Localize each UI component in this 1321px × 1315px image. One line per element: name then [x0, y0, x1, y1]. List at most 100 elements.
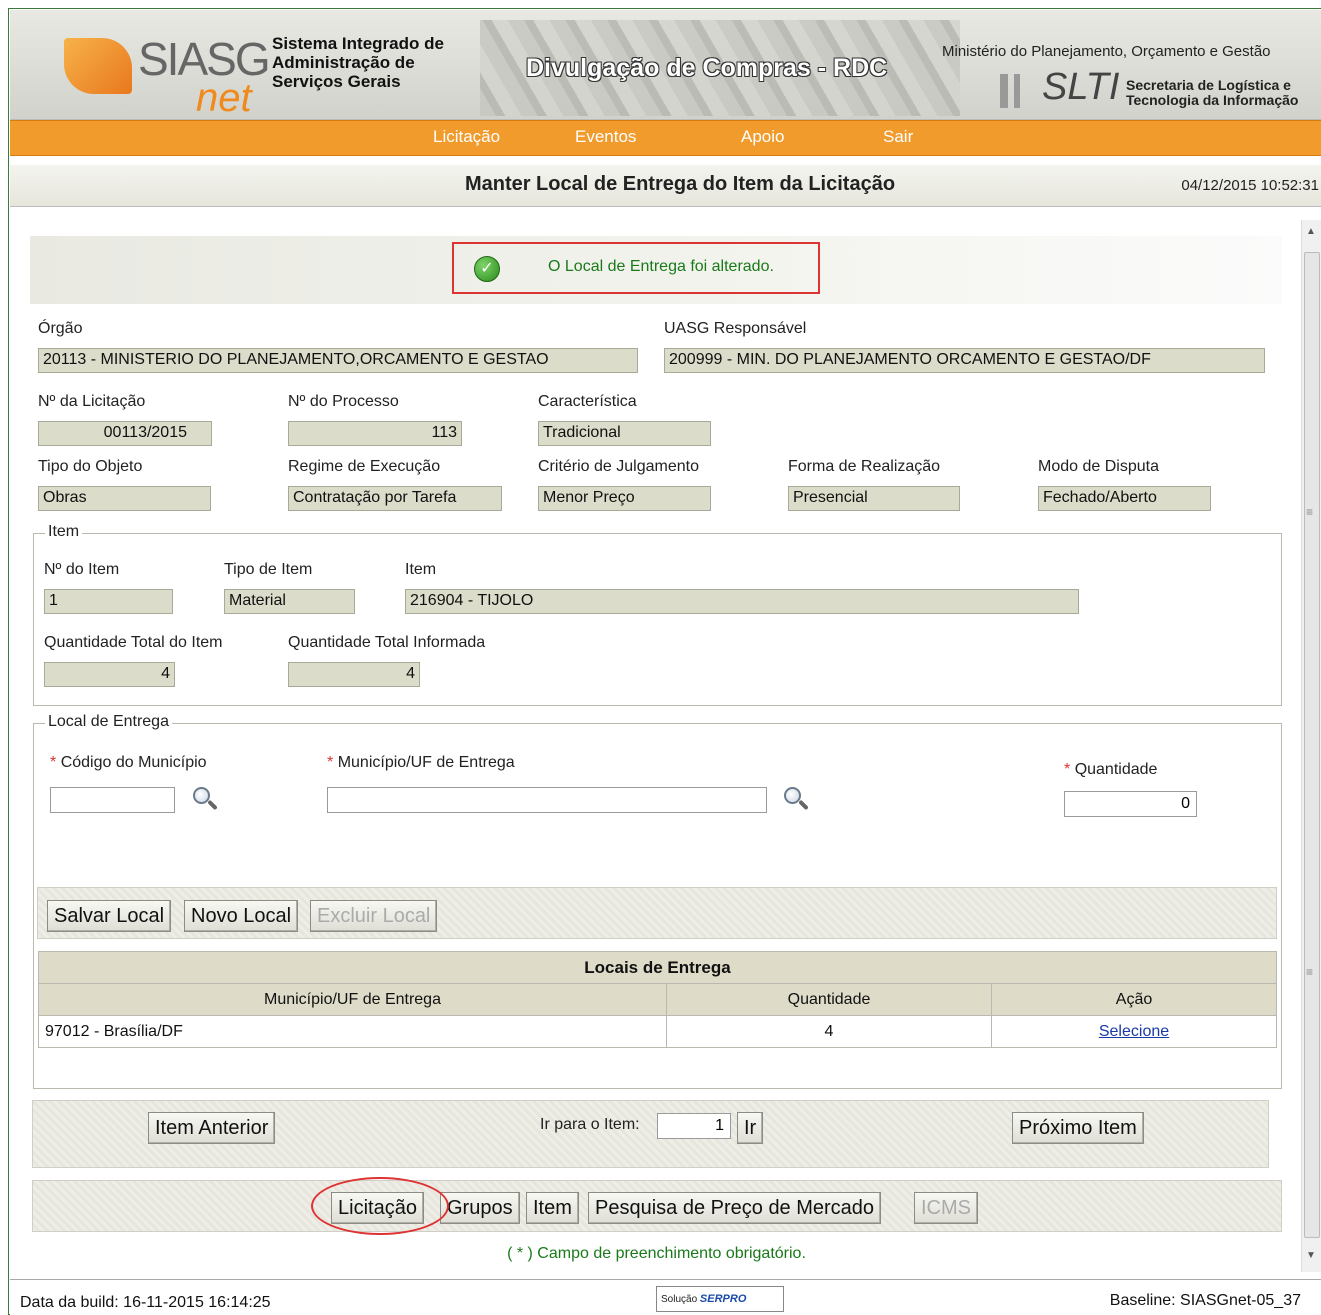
vertical-scrollbar[interactable]: ▲ ≡ ≡ ▼: [1301, 220, 1321, 1272]
required-mark: *: [50, 754, 57, 771]
locais-table: Locais de Entrega Município/UF de Entreg…: [38, 951, 1277, 1048]
forma-field: Presencial: [788, 486, 960, 511]
criterio-field: Menor Preço: [538, 486, 711, 511]
table-caption: Locais de Entrega: [38, 951, 1277, 984]
regime-label: Regime de Execução: [288, 458, 441, 475]
footer: Data da build: 16-11-2015 16:14:25 Soluç…: [10, 1279, 1321, 1315]
item-tipo-field: Material: [224, 589, 355, 614]
slti-subtitle: Secretaria de Logística e Tecnologia da …: [1126, 77, 1299, 108]
processo-label: Nº do Processo: [288, 393, 399, 410]
local-legend: Local de Entrega: [45, 713, 172, 731]
baseline: Baseline: SIASGnet-05_37: [1109, 1292, 1301, 1309]
selecione-link[interactable]: Selecione: [1099, 1023, 1169, 1040]
qtd-info-field: 4: [288, 662, 420, 687]
codigo-label: * Código do Município: [50, 754, 207, 772]
tipo-objeto-label: Tipo do Objeto: [38, 458, 143, 475]
tab-icms[interactable]: ICMS: [914, 1192, 978, 1224]
table-row: 97012 - Brasília/DF 4 Selecione: [38, 1015, 1277, 1048]
qtd-info-label: Quantidade Total Informada: [288, 634, 486, 651]
modo-field: Fechado/Aberto: [1038, 486, 1211, 511]
table-cell-municipio: 97012 - Brasília/DF: [38, 1015, 667, 1048]
logo-swoosh-icon: [64, 38, 132, 94]
quantidade-label: * Quantidade: [1064, 761, 1157, 779]
nav-item-sair[interactable]: Sair: [883, 127, 913, 147]
scroll-up-icon[interactable]: ▲: [1306, 226, 1316, 237]
search-icon[interactable]: [782, 785, 812, 815]
scroll-thumb[interactable]: [1304, 252, 1320, 1238]
item-anterior-button[interactable]: Item Anterior: [148, 1112, 276, 1144]
excluir-local-button[interactable]: Excluir Local: [310, 900, 438, 932]
item-num-field: 1: [44, 589, 173, 614]
build-date: Data da build: 16-11-2015 16:14:25: [20, 1294, 271, 1311]
datetime: 04/12/2015 10:52:31: [1181, 177, 1319, 194]
item-name-field: 216904 - TIJOLO: [405, 589, 1079, 614]
forma-label: Forma de Realização: [788, 458, 941, 475]
scroll-grip-icon: ≡: [1306, 505, 1314, 519]
tab-grupos[interactable]: Grupos: [440, 1192, 520, 1224]
licitacao-field: 00113/2015: [38, 421, 212, 446]
item-num-label: Nº do Item: [44, 561, 120, 578]
table-header: Quantidade: [666, 983, 992, 1016]
serpro-text: SERPRO: [699, 1293, 747, 1305]
system-name: Sistema Integrado de Administração de Se…: [272, 34, 444, 91]
novo-local-button[interactable]: Novo Local: [184, 900, 299, 932]
municipio-label: * Município/UF de Entrega: [327, 754, 515, 772]
main-nav: Licitação Eventos Apoio Sair: [10, 120, 1321, 156]
orgao-field: 20113 - MINISTERIO DO PLANEJAMENTO,ORCAM…: [38, 348, 638, 373]
qtd-total-field: 4: [44, 662, 175, 687]
tipo-objeto-field: Obras: [38, 486, 211, 511]
caracteristica-field: Tradicional: [538, 421, 711, 446]
caracteristica-label: Característica: [538, 393, 637, 410]
siasg-logo: SIASG net: [54, 30, 271, 119]
check-icon: ✓: [474, 256, 500, 282]
municipio-label-text: Município/UF de Entrega: [337, 754, 515, 771]
required-mark: *: [1064, 761, 1071, 778]
ministry-name: Ministério do Planejamento, Orçamento e …: [942, 43, 1271, 60]
required-note: ( * ) Campo de preenchimento obrigatório…: [507, 1245, 806, 1262]
item-fieldset: [33, 533, 1282, 706]
serpro-logo: Solução SERPRO: [656, 1286, 784, 1312]
page-title: Manter Local de Entrega do Item da Licit…: [464, 173, 896, 195]
municipio-input[interactable]: [327, 787, 767, 813]
quantidade-label-text: Quantidade: [1074, 761, 1158, 778]
regime-field: Contratação por Tarefa: [288, 486, 502, 511]
slti-logo: SLTI: [1042, 66, 1120, 108]
banner-title: Divulgação de Compras - RDC: [526, 54, 888, 82]
header: SIASG net Sistema Integrado de Administr…: [10, 10, 1321, 120]
ir-para-input[interactable]: [657, 1113, 731, 1139]
table-cell-quantidade: 4: [666, 1015, 992, 1048]
item-name-label: Item: [405, 561, 437, 578]
solucao-label: Solução: [661, 1294, 698, 1305]
codigo-label-text: Código do Município: [60, 754, 207, 771]
success-message: O Local de Entrega foi alterado.: [548, 258, 774, 275]
ir-para-label: Ir para o Item:: [540, 1116, 640, 1133]
title-bar: Manter Local de Entrega do Item da Licit…: [10, 165, 1321, 207]
nav-item-apoio[interactable]: Apoio: [741, 127, 784, 147]
item-legend: Item: [45, 523, 83, 541]
uasg-field: 200999 - MIN. DO PLANEJAMENTO ORCAMENTO …: [664, 348, 1265, 373]
tab-item[interactable]: Item: [526, 1192, 579, 1224]
uasg-label: UASG Responsável: [664, 320, 807, 337]
licitacao-label: Nº da Licitação: [38, 393, 146, 410]
codigo-input[interactable]: [50, 787, 175, 813]
nav-item-eventos[interactable]: Eventos: [575, 127, 636, 147]
orgao-label: Órgão: [38, 320, 83, 337]
item-tipo-label: Tipo de Item: [224, 561, 313, 578]
criterio-label: Critério de Julgamento: [538, 458, 699, 475]
ir-button[interactable]: Ir: [737, 1112, 764, 1144]
salvar-local-button[interactable]: Salvar Local: [47, 900, 172, 932]
nav-item-licitacao[interactable]: Licitação: [433, 127, 500, 147]
tab-pesquisa-preco[interactable]: Pesquisa de Preço de Mercado: [588, 1192, 882, 1224]
qtd-total-label: Quantidade Total do Item: [44, 634, 223, 651]
scroll-grip-icon: ≡: [1306, 965, 1314, 979]
processo-field: 113: [288, 421, 462, 446]
modo-label: Modo de Disputa: [1038, 458, 1159, 475]
table-header: Município/UF de Entrega: [38, 983, 667, 1016]
search-icon[interactable]: [191, 785, 221, 815]
logo-sub: net: [196, 76, 252, 120]
proximo-item-button[interactable]: Próximo Item: [1012, 1112, 1144, 1144]
quantidade-input[interactable]: [1064, 791, 1197, 817]
table-header: Ação: [991, 983, 1277, 1016]
required-mark: *: [327, 754, 334, 771]
table-cell-acao: Selecione: [991, 1015, 1277, 1048]
